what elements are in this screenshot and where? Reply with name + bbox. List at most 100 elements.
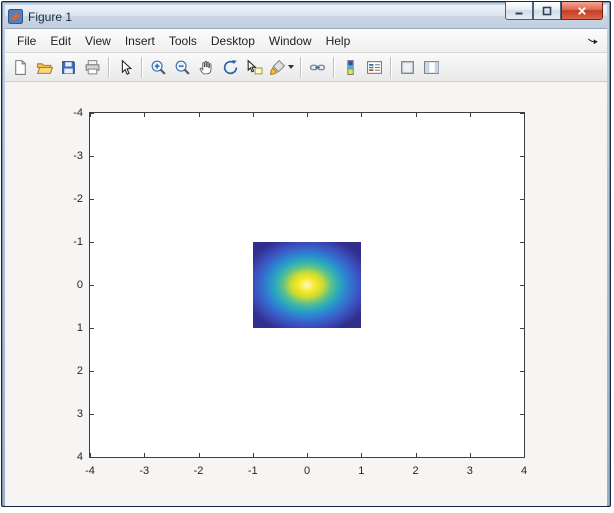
data-cursor-button[interactable] [243,56,266,79]
x-tick-mark [361,113,363,117]
x-tick-mark [469,453,471,457]
x-tick-label: 3 [466,465,473,477]
pan-button[interactable] [195,56,218,79]
toolbar-separator [300,56,302,78]
toolbar-separator [141,56,143,78]
zoom-out-icon [174,59,191,76]
toolbar-separator [108,56,110,78]
x-tick-mark [415,453,417,457]
brush-icon [269,59,286,76]
y-tick-mark [520,156,524,157]
x-tick-label: -2 [193,465,204,477]
insert-colorbar-button[interactable] [339,56,362,79]
y-tick-mark [520,285,524,286]
x-tick-mark [198,453,200,457]
zoom-out-button[interactable] [171,56,194,79]
x-tick-mark [144,453,146,457]
x-tick-mark [144,113,146,117]
y-tick-mark [90,113,94,114]
y-tick-label: 3 [76,408,83,420]
new-figure-button[interactable] [9,56,32,79]
y-tick-mark [520,328,524,329]
print-button[interactable] [81,56,104,79]
y-tick-label: -4 [73,107,83,119]
titlebar[interactable]: Figure 1 [5,2,607,29]
y-tick-mark [90,371,94,372]
toolbar-separator [333,56,335,78]
matlab-figure-icon [8,9,23,24]
y-tick-mark [90,457,94,458]
zoom-in-button[interactable] [147,56,170,79]
x-tick-label: -4 [85,465,95,477]
show-plot-tools-button[interactable] [420,56,443,79]
link-plot-icon [309,59,326,76]
brush-button[interactable] [267,56,296,79]
axes: -4 -3 -2 -1 0 1 2 3 4 -4 -3 -2 -1 0 1 2 3 4 [73,107,527,477]
x-tick-label: 2 [412,465,419,477]
menu-item-window[interactable]: Window [262,31,319,51]
y-tick-mark [520,199,524,200]
show-plot-tools-icon [423,59,440,76]
y-tick-mark [90,328,94,329]
x-tick-mark [198,113,200,117]
dock-arrow-icon[interactable] [586,33,602,49]
y-tick-label: 1 [76,322,83,334]
x-tick-label: 4 [520,465,528,477]
y-tick-mark [90,199,94,200]
y-tick-mark [90,285,94,286]
menu-item-help[interactable]: Help [319,31,358,51]
new-figure-icon [12,59,29,76]
data-cursor-icon [246,58,263,76]
menu-item-tools[interactable]: Tools [162,31,204,51]
y-tick-mark [520,414,524,415]
y-tick-mark [520,457,524,458]
hide-plot-tools-button[interactable] [396,56,419,79]
toolbar-separator [390,56,392,78]
toolbar [5,53,607,82]
figure-window: Figure 1 File Edit View Insert Tools Desktop W… [1,1,611,507]
y-tick-label: 0 [76,279,83,291]
heatmap-image [252,242,362,328]
close-button[interactable] [561,2,603,20]
minimize-button[interactable] [505,2,533,20]
open-file-button[interactable] [33,56,56,79]
x-tick-mark [307,113,308,117]
y-tick-mark [90,242,94,243]
hide-plot-tools-icon [399,59,416,76]
x-tick-mark [415,113,417,117]
menu-item-file[interactable]: File [10,31,43,51]
zoom-in-icon [150,59,167,76]
insert-legend-button[interactable] [363,56,386,79]
window-title: Figure 1 [28,9,73,24]
x-tick-mark [361,453,363,457]
save-icon [60,59,77,76]
brush-dropdown-arrow-icon[interactable] [288,65,294,69]
y-tick-label: 2 [76,365,83,377]
y-tick-label: 4 [76,451,83,463]
menu-item-insert[interactable]: Insert [118,31,162,51]
menu-item-edit[interactable]: Edit [43,31,78,51]
save-button[interactable] [57,56,80,79]
x-tick-label: -1 [247,465,258,477]
menu-item-view[interactable]: View [78,31,118,51]
x-tick-mark [469,113,471,117]
y-tick-label: -3 [73,150,83,162]
y-tick-mark [90,414,94,415]
y-tick-label: -1 [73,236,83,248]
figure-canvas: -4 -3 -2 -1 0 1 2 3 4 -4 -3 -2 -1 0 1 2 3 4 [5,82,607,506]
x-tick-label: 1 [358,465,365,477]
menu-item-desktop[interactable]: Desktop [204,31,262,51]
link-plot-button[interactable] [306,56,329,79]
rotate-3d-button[interactable] [219,56,242,79]
open-file-icon [36,59,53,76]
edit-plot-button[interactable] [114,56,137,79]
window-controls [505,2,603,20]
x-tick-mark [307,453,308,457]
insert-legend-icon [366,59,383,76]
print-icon [84,59,101,76]
x-tick-label: -3 [139,465,150,477]
x-tick-mark [252,113,254,117]
maximize-button[interactable] [533,2,561,20]
edit-plot-icon [117,58,134,76]
y-tick-mark [520,371,524,372]
